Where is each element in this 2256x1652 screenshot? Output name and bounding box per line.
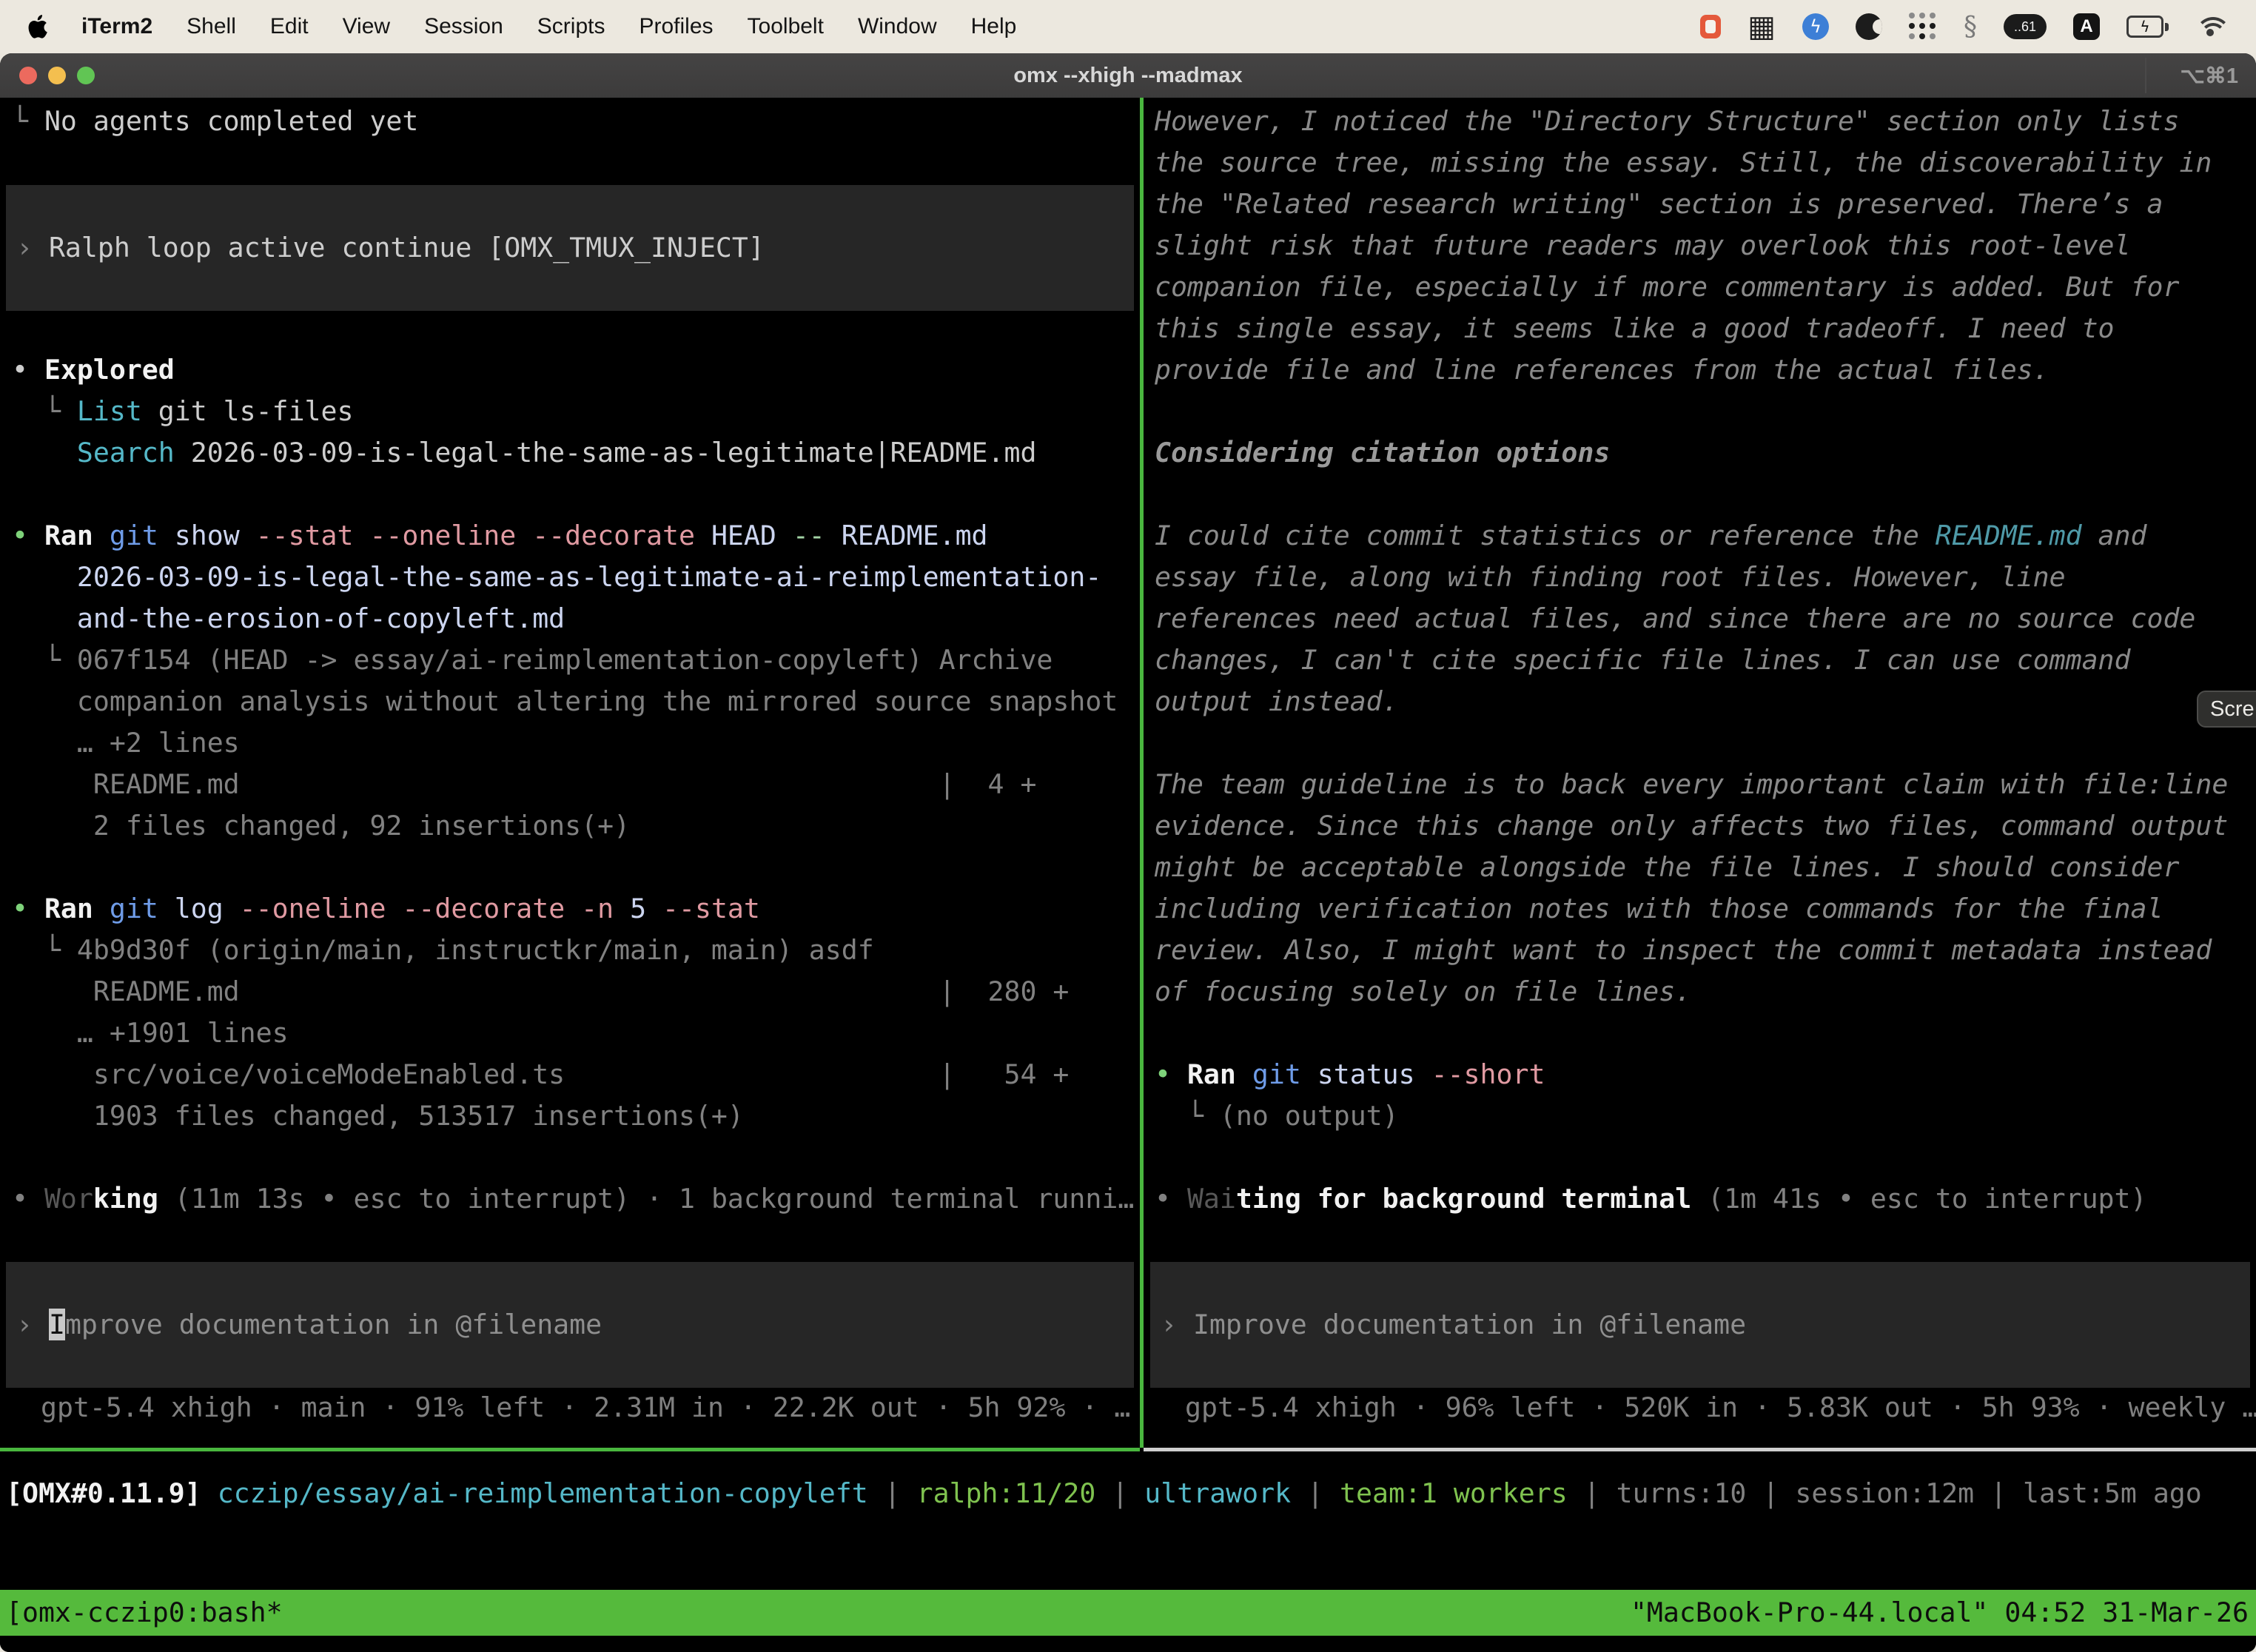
menu-item-help[interactable]: Help	[971, 14, 1017, 39]
terminal-line: might be acceptable alongside the file l…	[1155, 847, 2179, 888]
iterm2-window: omx --xhigh --madmax ⌥⌘1 └ No agents com…	[0, 53, 2256, 1652]
menu-item-view[interactable]: View	[343, 14, 390, 39]
terminal-line: • Waiting for background terminal (1m 41…	[1155, 1178, 2146, 1220]
terminal-line: • Ran git log --oneline --decorate -n 5 …	[12, 888, 760, 930]
window-title-bar[interactable]: omx --xhigh --madmax ⌥⌘1	[0, 53, 2256, 98]
blue-badge-icon[interactable]: ϟ	[1802, 13, 1829, 40]
battery-icon[interactable]: ϟ	[2126, 16, 2169, 38]
terminal-line: src/voice/voiceModeEnabled.ts | 54 +	[12, 1054, 1069, 1095]
menu-item-toolbelt[interactable]: Toolbelt	[748, 14, 824, 39]
menu-item-shell[interactable]: Shell	[187, 14, 236, 39]
terminal-line: references need actual files, and since …	[1155, 598, 2195, 639]
terminal-line: I could cite commit statistics or refere…	[1155, 515, 2146, 557]
terminal-line: and-the-erosion-of-copyleft.md	[12, 598, 565, 639]
right-prompt-input[interactable]: › Improve documentation in @filename	[1150, 1262, 2250, 1388]
pane-divider-vertical[interactable]	[1140, 98, 1144, 1448]
tmux-host-clock: "MacBook-Pro-44.local" 04:52 31-Mar-26	[1631, 1592, 2256, 1633]
terminal-line: └ (no output)	[1155, 1095, 1399, 1137]
menu-item-scripts[interactable]: Scripts	[537, 14, 605, 39]
badge-61-icon[interactable]: ..61	[2004, 14, 2047, 39]
tmux-session-window: [omx-cczip0:bash*	[0, 1592, 283, 1633]
apple-menu-icon[interactable]	[25, 13, 49, 41]
terminal-line: └ 4b9d30f (origin/main, instructkr/main,…	[12, 930, 874, 971]
terminal-line: 2 files changed, 92 insertions(+)	[12, 805, 630, 847]
terminal-content: └ No agents completed yet • Explored └ Li…	[0, 98, 2256, 1652]
terminal-line: slight risk that future readers may over…	[1155, 225, 2131, 266]
menu-item-session[interactable]: Session	[424, 14, 503, 39]
dots-grid-icon[interactable]	[1909, 13, 1937, 41]
letter-a-app-icon[interactable]: A	[2073, 13, 2100, 40]
menu-item-edit[interactable]: Edit	[270, 14, 309, 39]
terminal-line: the "Related research writing" section i…	[1155, 184, 2163, 225]
ralph-loop-box: › Ralph loop active continue [OMX_TMUX_I…	[6, 185, 1134, 311]
terminal-line: the source tree, missing the essay. Stil…	[1155, 142, 2212, 184]
titlebar-separator	[2145, 58, 2146, 93]
right-prompt-text: › Improve documentation in @filename	[1161, 1304, 1746, 1346]
terminal-line: essay file, along with finding root file…	[1155, 557, 2066, 598]
terminal-line: • Ran git show --stat --oneline --decora…	[12, 515, 988, 557]
menu-status-icons: ▦ ϟ § ..61 Aϟ	[1700, 12, 2256, 42]
left-prompt-input[interactable]: › Improve documentation in @filename	[6, 1262, 1134, 1388]
menu-item-iterm2[interactable]: iTerm2	[81, 14, 152, 39]
terminal-line: this single essay, it seems like a good …	[1155, 308, 2115, 349]
grid-shield-icon[interactable]: ▦	[1748, 12, 1776, 41]
terminal-line: └ List git ls-files	[12, 391, 354, 432]
terminal-line: evidence. Since this change only affects…	[1155, 805, 2228, 847]
squiggle-icon[interactable]: §	[1964, 12, 1977, 42]
terminal-line: Search 2026-03-09-is-legal-the-same-as-l…	[12, 432, 1036, 474]
terminal-line: The team guideline is to back every impo…	[1155, 764, 2228, 805]
window-title: omx --xhigh --madmax	[0, 53, 2256, 98]
terminal-line: • Working (11m 13s • esc to interrupt) ·…	[12, 1178, 1134, 1220]
screen-share-chip-label: Scre	[2210, 697, 2255, 722]
right-model-status: gpt-5.4 xhigh · 96% left · 520K in · 5.8…	[1144, 1387, 2256, 1428]
terminal-line: review. Also, I might want to inspect th…	[1155, 930, 2212, 971]
terminal-line: README.md | 280 +	[12, 971, 1069, 1013]
terminal-line: companion analysis without altering the …	[12, 681, 1118, 722]
left-model-status: gpt-5.4 xhigh · main · 91% left · 2.31M …	[0, 1387, 1140, 1428]
terminal-line: provide file and line references from th…	[1155, 349, 2049, 391]
terminal-line: changes, I can't cite specific file line…	[1155, 639, 2131, 681]
window-shortcut-badge: ⌥⌘1	[2180, 53, 2238, 98]
menu-items: iTerm2 Shell Edit View Session Scripts Profile…	[81, 14, 1050, 39]
terminal-line: output instead.	[1155, 681, 1399, 722]
terminal-line: • Explored	[12, 349, 175, 391]
macos-menu-bar: iTerm2 Shell Edit View Session Scripts Profile…	[0, 0, 2256, 53]
terminal-line: 2026-03-09-is-legal-the-same-as-legitima…	[12, 557, 1101, 598]
terminal-line: … +1901 lines	[12, 1013, 289, 1054]
left-prompt-text: › Improve documentation in @filename	[16, 1304, 602, 1346]
terminal-line: companion file, especially if more comme…	[1155, 266, 2179, 308]
terminal-line: However, I noticed the "Directory Struct…	[1155, 101, 2179, 142]
recording-indicator-icon[interactable]	[1700, 15, 1721, 38]
dark-crescent-icon[interactable]	[1856, 13, 1882, 40]
terminal-line: of focusing solely on file lines.	[1155, 971, 1691, 1013]
terminal-line: 1903 files changed, 513517 insertions(+)	[12, 1095, 744, 1137]
menu-item-profiles[interactable]: Profiles	[639, 14, 713, 39]
tmux-status-bar: [omx-cczip0:bash* "MacBook-Pro-44.local"…	[0, 1590, 2256, 1636]
wifi-icon[interactable]	[2195, 16, 2225, 38]
terminal-line: └ 067f154 (HEAD -> essay/ai-reimplementa…	[12, 639, 1053, 681]
terminal-line: README.md | 4 +	[12, 764, 1036, 805]
menu-item-window[interactable]: Window	[858, 14, 937, 39]
terminal-line: • Ran git status --short	[1155, 1054, 1545, 1095]
terminal-line: └ No agents completed yet	[12, 101, 418, 142]
screen-share-chip[interactable]: Scre	[2197, 691, 2256, 728]
pane-border-bottom-left	[0, 1448, 1140, 1451]
ralph-loop-line: › Ralph loop active continue [OMX_TMUX_I…	[16, 227, 765, 269]
terminal-line: Considering citation options	[1155, 432, 1610, 474]
omx-status-line: [OMX#0.11.9] cczip/essay/ai-reimplementa…	[6, 1473, 2202, 1514]
right-pane: However, I noticed the "Directory Struct…	[1144, 98, 2256, 1448]
terminal-line: including verification notes with those …	[1155, 888, 2163, 930]
terminal-line: … +2 lines	[12, 722, 240, 764]
pane-border-bottom-right	[1144, 1448, 2256, 1451]
